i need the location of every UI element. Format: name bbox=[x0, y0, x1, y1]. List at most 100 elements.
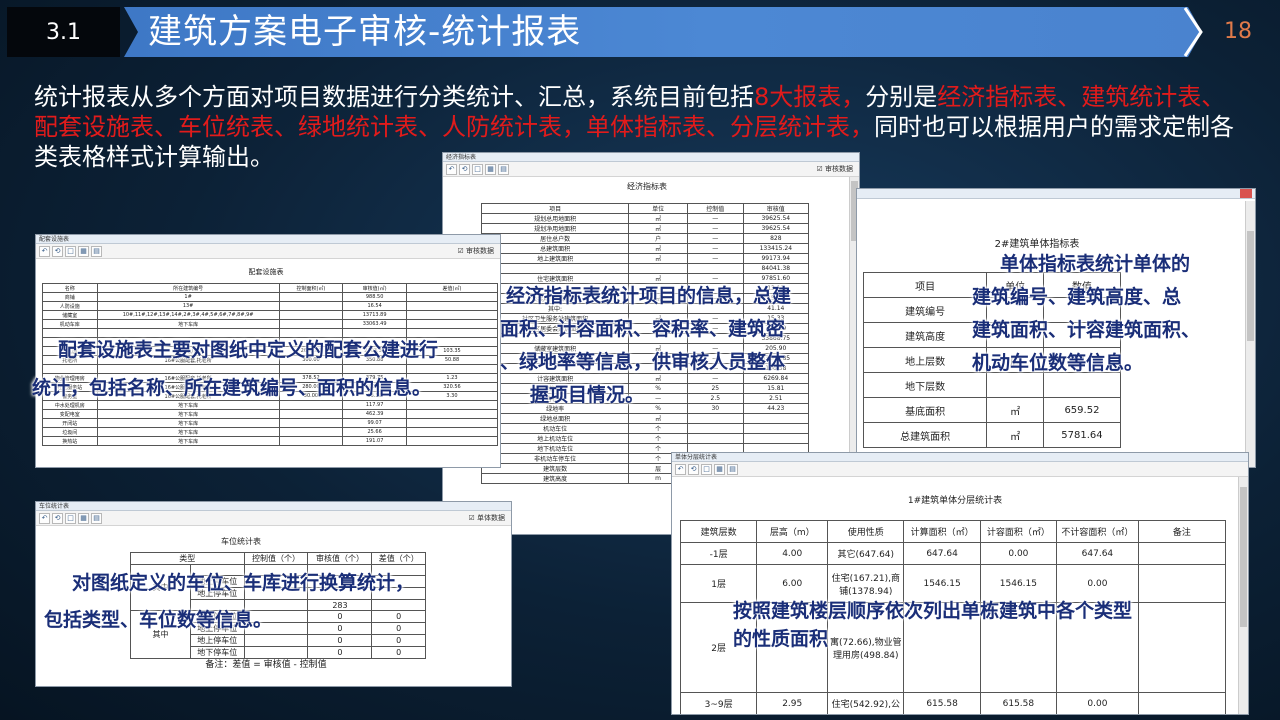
export-icon[interactable]: ▦ bbox=[485, 163, 496, 175]
annotation-line: 握项目情况。 bbox=[530, 384, 645, 406]
table-cell: 1# bbox=[96, 292, 280, 302]
annotation-line: 建筑编号、建筑高度、总 bbox=[972, 286, 1182, 308]
table-row: -1层 4.00 其它(647.64) 647.64 0.00 647.64 bbox=[679, 542, 1227, 565]
page-icon[interactable]: □ bbox=[65, 512, 76, 524]
table-header-row: 类型 控制值（个） 审核值（个） 差值（个） bbox=[130, 552, 426, 565]
annotation-line: 按照建筑楼层顺序依次列出单栋建筑中各个类型 bbox=[733, 600, 1133, 622]
table-cell bbox=[278, 418, 344, 428]
table-cell: 615.58 bbox=[979, 692, 1058, 714]
print-icon[interactable]: ▤ bbox=[727, 463, 738, 475]
table-cell: 地下车库 bbox=[96, 427, 280, 437]
scrollbar[interactable] bbox=[1238, 477, 1248, 714]
annotation-line: 经济指标表统计项目的信息，总建 bbox=[506, 285, 792, 307]
table-cell: 变配电室 bbox=[42, 409, 98, 419]
annotation-line: 包括类型、车位数等信息。 bbox=[44, 609, 273, 631]
table-row: 变配电室 地下车库 462.39 bbox=[42, 409, 499, 419]
table-cell: 非机动车停车位 bbox=[480, 453, 630, 464]
table-cell: 地上建筑面积 bbox=[480, 253, 630, 264]
table-caption: 配套设施表 bbox=[248, 268, 284, 276]
table-cell: 机动车位 bbox=[480, 423, 630, 434]
back-icon[interactable]: ↶ bbox=[446, 163, 457, 175]
table-caption: 车位统计表 bbox=[221, 537, 261, 546]
table-cell: 建筑编号 bbox=[862, 297, 988, 323]
column-header: 层高（m） bbox=[756, 520, 829, 543]
table-cell: 垃圾间 bbox=[42, 427, 98, 437]
print-icon[interactable]: ▤ bbox=[498, 163, 509, 175]
refresh-icon[interactable]: ⟲ bbox=[459, 163, 470, 175]
export-icon[interactable]: ▦ bbox=[714, 463, 725, 475]
annotation-line: 统计，包括名称、所在建筑编号、面积的信息。 bbox=[32, 377, 432, 399]
table-cell: 个 bbox=[628, 423, 688, 434]
export-icon[interactable]: ▦ bbox=[78, 512, 89, 524]
table-row: 规划总用地面积㎡ —39625.54 bbox=[480, 213, 810, 224]
window-titlebar: 配套设施表 bbox=[36, 235, 500, 244]
audit-data-checkbox[interactable]: ☑ 审核数据 bbox=[457, 246, 494, 256]
table-cell: 规划总用地面积 bbox=[480, 213, 630, 224]
export-icon[interactable]: ▦ bbox=[78, 245, 89, 257]
back-icon[interactable]: ↶ bbox=[39, 512, 50, 524]
table-cell: 4.00 bbox=[756, 542, 829, 565]
table-cell: ㎡ bbox=[628, 243, 688, 254]
table-cell: 0.00 bbox=[1056, 692, 1139, 714]
annotation-line: 配套设施表主要对图纸中定义的配套公建进行 bbox=[58, 339, 439, 361]
table-cell: 户 bbox=[628, 233, 688, 244]
table-cell bbox=[278, 409, 344, 419]
table-cell: ㎡ bbox=[986, 397, 1044, 423]
checkbox-label: 审核数据 bbox=[825, 165, 853, 173]
page-icon[interactable]: □ bbox=[701, 463, 712, 475]
table-header-row: 项目 单位 控制值 审核值 bbox=[480, 203, 810, 214]
page-icon[interactable]: □ bbox=[65, 245, 76, 257]
refresh-icon[interactable]: ⟲ bbox=[52, 245, 63, 257]
table-cell: 人防设施 bbox=[42, 301, 98, 311]
table-cell bbox=[628, 263, 688, 274]
print-icon[interactable]: ▤ bbox=[91, 512, 102, 524]
table-cell: 462.39 bbox=[342, 409, 407, 419]
back-icon[interactable]: ↶ bbox=[675, 463, 686, 475]
audit-data-checkbox[interactable]: ☑ 审核数据 bbox=[816, 164, 853, 174]
annotation-line: 、绿地率等信息，供审核人员整体 bbox=[500, 351, 786, 373]
table-cell: 居住总户数 bbox=[480, 233, 630, 244]
scrollbar[interactable] bbox=[1245, 201, 1255, 467]
table-cell bbox=[405, 436, 499, 446]
table-cell: 换热站 bbox=[42, 436, 98, 446]
table-cell: 99173.94 bbox=[742, 253, 810, 264]
refresh-icon[interactable]: ⟲ bbox=[52, 512, 63, 524]
window-titlebar: 经济指标表 bbox=[443, 153, 859, 162]
table-row: 基底面积㎡ 659.52 bbox=[862, 397, 1122, 423]
table-cell: 2.95 bbox=[756, 692, 829, 714]
annotation-line: 机动车位数等信息。 bbox=[972, 352, 1144, 374]
table-cell: 建筑高度 bbox=[862, 322, 988, 348]
table-cell: 659.52 bbox=[1042, 397, 1122, 423]
intro-highlight-count: 8大报表， bbox=[754, 83, 866, 111]
table-row: 总建筑面积㎡ —133415.24 bbox=[480, 243, 810, 254]
back-icon[interactable]: ↶ bbox=[39, 245, 50, 257]
table-cell: 3~9层 bbox=[679, 692, 758, 714]
table-cell: 建筑高度 bbox=[480, 473, 630, 484]
column-header: 所在建筑编号 bbox=[96, 283, 280, 293]
column-header: 差值（个） bbox=[371, 552, 426, 565]
page-icon[interactable]: □ bbox=[472, 163, 483, 175]
table-cell: 地下车库 bbox=[96, 418, 280, 428]
refresh-icon[interactable]: ⟲ bbox=[688, 463, 699, 475]
page-title: 建筑方案电子审核-统计报表 bbox=[148, 12, 582, 52]
table-cell: 总建筑面积 bbox=[480, 243, 630, 254]
table-row: 84041.38 bbox=[480, 263, 810, 274]
table-caption: 经济指标表 bbox=[627, 182, 667, 191]
table-cell: 其它(647.64) bbox=[827, 542, 905, 565]
print-icon[interactable]: ▤ bbox=[91, 245, 102, 257]
table-cell: 基底面积 bbox=[862, 397, 988, 423]
table-cell bbox=[278, 301, 344, 311]
table-row: 绿地总面积㎡ bbox=[480, 413, 810, 424]
econ-annotation: 经济指标表统计项目的信息，总建 面积、计容面积、容积率、建筑密 、绿地率等信息，… bbox=[500, 280, 792, 412]
single-data-checkbox[interactable]: ☑ 单体数据 bbox=[468, 513, 505, 523]
table-cell: 地下层数 bbox=[862, 372, 988, 398]
annotation-line: 的性质面积 bbox=[733, 628, 829, 650]
table-cell bbox=[1137, 542, 1227, 565]
table-cell bbox=[742, 433, 810, 444]
column-header: 单位 bbox=[628, 203, 688, 214]
table-cell: 828 bbox=[742, 233, 810, 244]
table-cell: 地下车库 bbox=[96, 436, 280, 446]
column-header: 审核值 bbox=[742, 203, 810, 214]
table-cell bbox=[1137, 564, 1227, 603]
column-header: 建筑层数 bbox=[679, 520, 758, 543]
